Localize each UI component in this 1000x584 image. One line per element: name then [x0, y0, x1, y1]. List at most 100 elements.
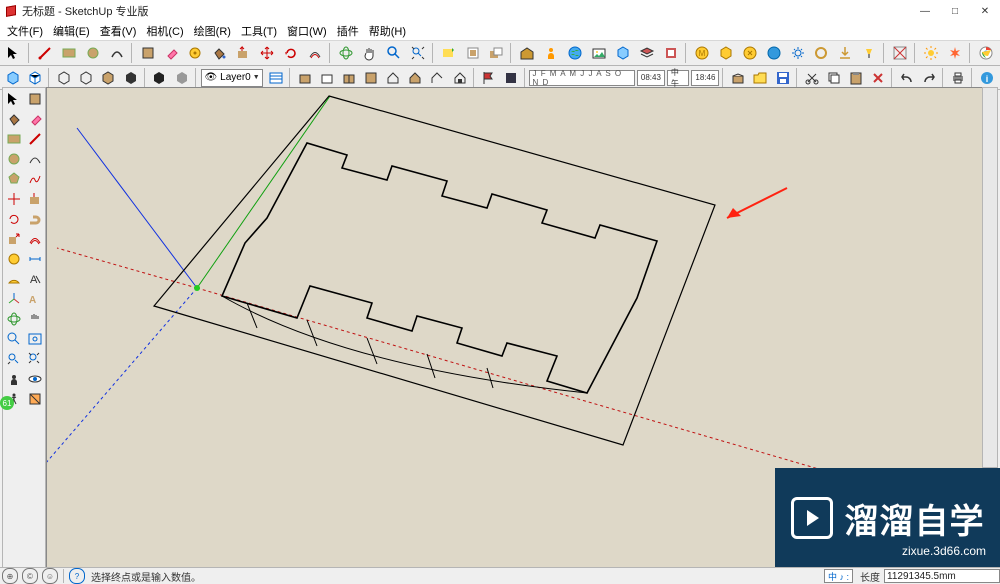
burst-icon[interactable] [944, 42, 966, 64]
menu-draw[interactable]: 绘图(R) [189, 23, 236, 39]
house2-icon[interactable] [405, 67, 425, 89]
solid-grey-icon[interactable] [172, 67, 192, 89]
lt-bucket-icon[interactable] [4, 109, 24, 129]
ime-indicator[interactable]: 中 ♪ : [824, 569, 853, 583]
menu-file[interactable]: 文件(F) [2, 23, 48, 39]
house4-icon[interactable] [449, 67, 469, 89]
lt-polygon-icon[interactable] [4, 169, 24, 189]
lt-rect-icon[interactable] [4, 129, 24, 149]
ring-icon[interactable] [811, 42, 833, 64]
notification-badge[interactable]: 61 [0, 396, 14, 410]
add-geo-icon[interactable] [438, 42, 460, 64]
person-icon[interactable] [540, 42, 562, 64]
lt-select-icon[interactable] [4, 89, 24, 109]
lt-pan-icon[interactable] [25, 309, 45, 329]
redo-icon[interactable] [919, 67, 939, 89]
month-slider[interactable]: J F M A M J J A S O N D [529, 70, 634, 86]
lt-offset-icon[interactable] [25, 229, 45, 249]
open-icon[interactable] [750, 67, 770, 89]
lt-zoom-icon[interactable] [4, 329, 24, 349]
paste-icon[interactable] [846, 67, 866, 89]
menu-edit[interactable]: 编辑(E) [48, 23, 95, 39]
eraser-tool-icon[interactable] [161, 42, 183, 64]
maximize-button[interactable]: □ [940, 0, 970, 22]
blue-sphere-icon[interactable] [763, 42, 785, 64]
lt-pushpull-icon[interactable] [25, 189, 45, 209]
warehouse-icon[interactable] [516, 42, 538, 64]
layer-manager-icon[interactable] [266, 67, 286, 89]
lt-section-icon[interactable] [25, 389, 45, 409]
delete-icon[interactable] [868, 67, 888, 89]
lt-line-icon[interactable] [25, 129, 45, 149]
menu-camera[interactable]: 相机(C) [141, 23, 188, 39]
gold-2-icon[interactable] [715, 42, 737, 64]
extension-icon[interactable] [660, 42, 682, 64]
lt-tape-icon[interactable] [4, 249, 24, 269]
lt-circle-icon[interactable] [4, 149, 24, 169]
time-start[interactable]: 08:43 [637, 70, 665, 86]
gold-3-icon[interactable] [739, 42, 761, 64]
close-button[interactable]: ✕ [970, 0, 1000, 22]
status-credits-icon[interactable]: © [22, 568, 38, 584]
lt-zoomwin-icon[interactable] [25, 329, 45, 349]
circle-tool-icon[interactable] [82, 42, 104, 64]
make-component-icon[interactable] [137, 42, 159, 64]
lt-prev-icon[interactable] [4, 349, 24, 369]
solid-dark-icon[interactable] [149, 67, 169, 89]
pushpull-tool-icon[interactable] [232, 42, 254, 64]
pan-tool-icon[interactable] [359, 42, 381, 64]
sun-icon[interactable] [920, 42, 942, 64]
zoom-tool-icon[interactable] [383, 42, 405, 64]
solid-3-icon[interactable] [54, 67, 74, 89]
lt-look-icon[interactable] [25, 369, 45, 389]
time-end[interactable]: 18:46 [691, 70, 719, 86]
solid-4-icon[interactable] [76, 67, 96, 89]
flag-icon[interactable] [478, 67, 498, 89]
offset-tool-icon[interactable] [304, 42, 326, 64]
settings-icon[interactable] [787, 42, 809, 64]
lamp-icon[interactable] [858, 42, 880, 64]
earth-icon[interactable] [564, 42, 586, 64]
zoom-extents-icon[interactable] [407, 42, 429, 64]
menu-tools[interactable]: 工具(T) [236, 23, 282, 39]
get-models-icon[interactable] [462, 42, 484, 64]
house1-icon[interactable] [383, 67, 403, 89]
layer-icon[interactable] [636, 42, 658, 64]
box-open-icon[interactable] [728, 67, 748, 89]
house3-icon[interactable] [427, 67, 447, 89]
measurement-value[interactable]: 11291345.5mm [884, 569, 1000, 583]
tape-tool-icon[interactable] [184, 42, 206, 64]
info-icon[interactable]: i [977, 67, 997, 89]
box4-icon[interactable] [361, 67, 381, 89]
orbit-tool-icon[interactable] [335, 42, 357, 64]
cut-icon[interactable] [801, 67, 821, 89]
rotate-tool-icon[interactable] [280, 42, 302, 64]
dark-box-icon[interactable] [501, 67, 521, 89]
photo-texture-icon[interactable] [588, 42, 610, 64]
select-tool-icon[interactable] [3, 42, 25, 64]
lt-arc-icon[interactable] [25, 149, 45, 169]
menu-plugins[interactable]: 插件 [332, 23, 364, 39]
component-icon[interactable] [612, 42, 634, 64]
menu-view[interactable]: 查看(V) [95, 23, 142, 39]
share-model-icon[interactable] [486, 42, 508, 64]
lt-move-icon[interactable] [4, 189, 24, 209]
gold-1-icon[interactable]: M [691, 42, 713, 64]
lt-eraser-icon[interactable] [25, 109, 45, 129]
lt-orbit-icon[interactable] [4, 309, 24, 329]
lt-protractor-icon[interactable] [4, 269, 24, 289]
solid-6-icon[interactable] [120, 67, 140, 89]
lt-follow-icon[interactable] [25, 209, 45, 229]
paint-bucket-icon[interactable] [208, 42, 230, 64]
lt-dimension-icon[interactable] [25, 249, 45, 269]
line-tool-icon[interactable] [34, 42, 56, 64]
minimize-button[interactable]: — [910, 0, 940, 22]
print-icon[interactable] [948, 67, 968, 89]
lt-component-icon[interactable] [25, 89, 45, 109]
lt-text-icon[interactable]: A [25, 269, 45, 289]
status-geo-icon[interactable]: ⊕ [2, 568, 18, 584]
solid-5-icon[interactable] [98, 67, 118, 89]
solid-1-icon[interactable] [3, 67, 23, 89]
menu-help[interactable]: 帮助(H) [364, 23, 411, 39]
save-icon[interactable] [773, 67, 793, 89]
